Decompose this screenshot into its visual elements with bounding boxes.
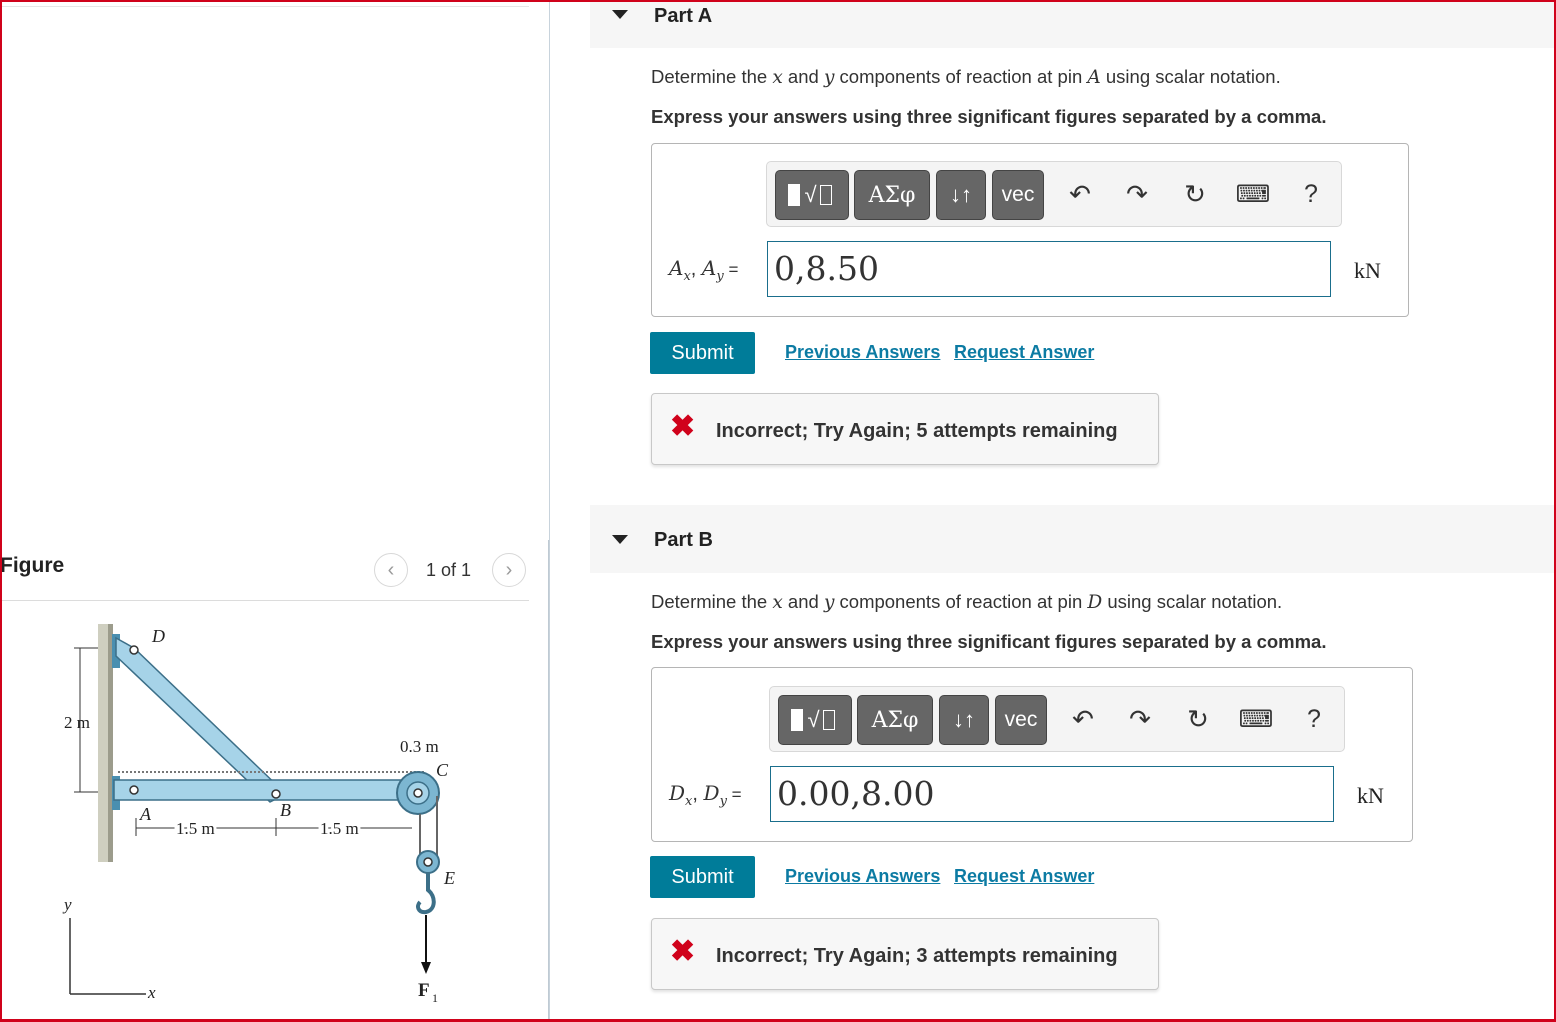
part-a-title: Part A xyxy=(654,5,713,27)
label-15m-a: 1.5 m xyxy=(176,819,215,838)
hook xyxy=(416,873,436,915)
arrows-button[interactable]: ↓↑ xyxy=(939,695,989,745)
vec-button[interactable]: vec xyxy=(995,695,1047,745)
part-b-answer-box: √ ΑΣφ ↓↑ vec ↶ ↷ ↻ ⌨ ? Dx, Dy = 0.00,8.0… xyxy=(651,667,1413,842)
figure-next-button[interactable]: › xyxy=(492,553,526,587)
label-15m-b: 1.5 m xyxy=(320,819,359,838)
part-a-header[interactable]: Part A xyxy=(590,0,1556,48)
label-2m: 2 m xyxy=(64,713,90,732)
templates-button[interactable]: √ xyxy=(775,170,849,220)
panel-divider xyxy=(549,0,550,1022)
part-a-math-toolbar: √ ΑΣφ ↓↑ vec ↶ ↷ ↻ ⌨ ? xyxy=(766,161,1342,227)
error-x-icon: ✖ xyxy=(670,410,696,443)
help-icon[interactable]: ? xyxy=(1296,701,1332,737)
undo-icon[interactable]: ↶ xyxy=(1062,176,1098,212)
force-arrow-head xyxy=(421,962,431,974)
part-a-question: Determine the x and y components of reac… xyxy=(651,66,1281,88)
label-e: E xyxy=(443,868,455,888)
part-b-math-toolbar: √ ΑΣφ ↓↑ vec ↶ ↷ ↻ ⌨ ? xyxy=(769,686,1345,752)
caret-down-icon xyxy=(612,535,628,544)
figure-prev-button[interactable]: ‹ xyxy=(374,553,408,587)
reset-icon[interactable]: ↻ xyxy=(1180,701,1216,737)
chevron-right-icon: › xyxy=(505,558,513,581)
part-b-submit-button[interactable]: Submit xyxy=(650,856,755,898)
part-a-submit-button[interactable]: Submit xyxy=(650,332,755,374)
redo-icon[interactable]: ↷ xyxy=(1122,701,1158,737)
pin-c xyxy=(413,788,423,798)
member-db xyxy=(115,636,288,803)
label-03m: 0.3 m xyxy=(400,737,439,756)
part-a-request-answer-link[interactable]: Request Answer xyxy=(954,342,1094,363)
part-b-answer-label: Dx, Dy = xyxy=(669,781,742,809)
part-b-feedback: ✖ Incorrect; Try Again; 3 attempts remai… xyxy=(651,918,1159,990)
label-b: B xyxy=(280,800,291,820)
label-force-sub: 1 xyxy=(432,991,438,1005)
part-a-answer-input[interactable]: 0,8.50 xyxy=(767,241,1331,297)
error-x-icon: ✖ xyxy=(670,935,696,968)
arrows-button[interactable]: ↓↑ xyxy=(936,170,986,220)
keyboard-icon[interactable]: ⌨ xyxy=(1238,701,1274,737)
part-b-answer-input[interactable]: 0.00,8.00 xyxy=(770,766,1334,822)
pin-d xyxy=(129,645,139,655)
label-d: D xyxy=(151,626,165,646)
templates-button[interactable]: √ xyxy=(778,695,852,745)
part-a-feedback-text: Incorrect; Try Again; 5 attempts remaini… xyxy=(716,420,1118,442)
vec-button[interactable]: vec xyxy=(992,170,1044,220)
panel-divider-lower xyxy=(548,540,549,1022)
part-a-answer-label: Ax, Ay = xyxy=(669,256,739,284)
figure-title: Figure xyxy=(0,554,65,577)
help-icon[interactable]: ? xyxy=(1293,176,1329,212)
part-a-answer-box: √ ΑΣφ ↓↑ vec ↶ ↷ ↻ ⌨ ? Ax, Ay = 0,8.50 k… xyxy=(651,143,1409,317)
figure-counter: 1 of 1 xyxy=(426,560,472,580)
greek-symbols-button[interactable]: ΑΣφ xyxy=(857,695,933,745)
part-a-previous-answers-link[interactable]: Previous Answers xyxy=(785,342,940,363)
part-a-instruction: Express your answers using three signifi… xyxy=(651,106,1327,127)
part-b-feedback-text: Incorrect; Try Again; 3 attempts remaini… xyxy=(716,945,1118,967)
part-b-question: Determine the x and y components of reac… xyxy=(651,591,1283,613)
undo-icon[interactable]: ↶ xyxy=(1065,701,1101,737)
part-b-instruction: Express your answers using three signifi… xyxy=(651,631,1327,652)
label-axis-y: y xyxy=(62,895,72,914)
keyboard-icon[interactable]: ⌨ xyxy=(1235,176,1271,212)
label-force: F xyxy=(418,980,430,1001)
label-c: C xyxy=(436,760,449,780)
top-rule xyxy=(2,6,529,7)
label-axis-x: x xyxy=(147,983,156,1002)
greek-symbols-button[interactable]: ΑΣφ xyxy=(854,170,930,220)
pin-a xyxy=(129,785,139,795)
pin-b xyxy=(271,789,281,799)
frame-structure-figure: D A B C E 2 m 0.3 m 1.5 m 1.5 m y x F 1 xyxy=(62,624,455,1005)
part-b-previous-answers-link[interactable]: Previous Answers xyxy=(785,866,940,887)
part-b-title: Part B xyxy=(654,529,713,551)
part-b-unit: kN xyxy=(1357,783,1384,808)
part-a-unit: kN xyxy=(1354,258,1381,283)
pin-e xyxy=(423,857,433,867)
redo-icon[interactable]: ↷ xyxy=(1119,176,1155,212)
caret-down-icon xyxy=(612,10,628,19)
chevron-left-icon: ‹ xyxy=(387,558,395,581)
part-b-header[interactable]: Part B xyxy=(590,505,1556,573)
label-a: A xyxy=(139,804,152,824)
part-b-request-answer-link[interactable]: Request Answer xyxy=(954,866,1094,887)
part-a-feedback: ✖ Incorrect; Try Again; 5 attempts remai… xyxy=(651,393,1159,465)
figure-header-rule xyxy=(2,600,529,601)
reset-icon[interactable]: ↻ xyxy=(1177,176,1213,212)
